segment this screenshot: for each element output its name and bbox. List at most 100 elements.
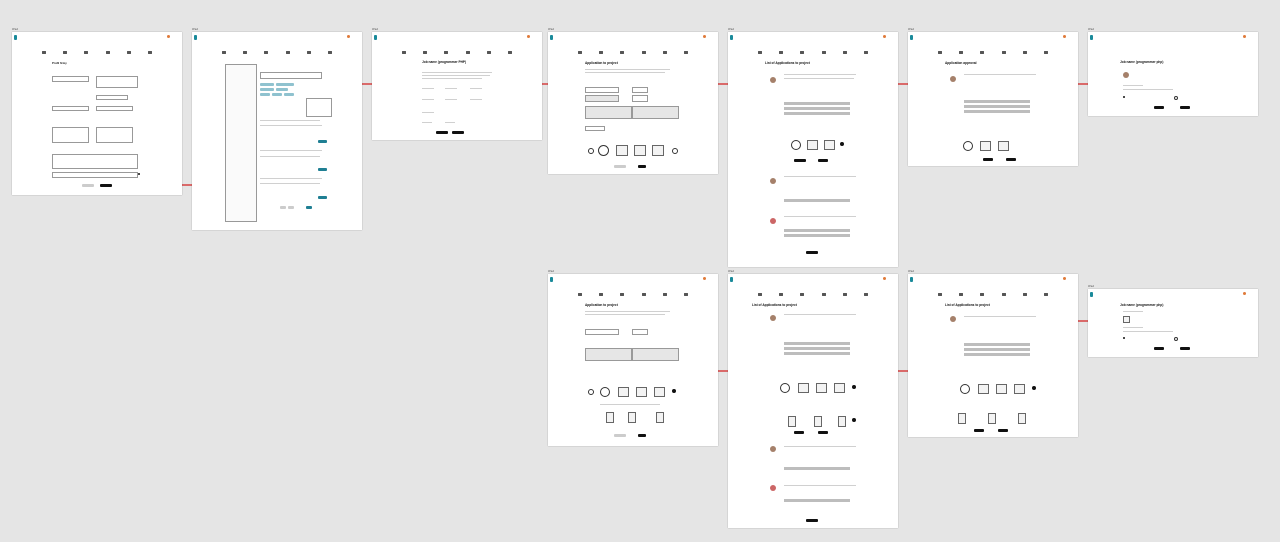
- user-avatar[interactable]: [1063, 277, 1066, 280]
- load-more-button[interactable]: [806, 519, 818, 522]
- nav-icon[interactable]: [980, 51, 985, 54]
- result-item[interactable]: [260, 183, 320, 184]
- slot-item[interactable]: [814, 416, 822, 427]
- slot-item[interactable]: [628, 412, 636, 423]
- nav-icon[interactable]: [42, 51, 46, 54]
- nav-icon[interactable]: [683, 51, 688, 54]
- text-field[interactable]: [632, 95, 648, 102]
- text-field[interactable]: [585, 329, 619, 335]
- carousel-next[interactable]: [672, 148, 678, 154]
- dropdown-list[interactable]: [306, 98, 332, 117]
- cancel-button[interactable]: [614, 434, 626, 437]
- tag-chip[interactable]: [260, 83, 274, 86]
- text-area[interactable]: [585, 348, 632, 361]
- reject-button[interactable]: [974, 429, 984, 432]
- save-button[interactable]: [100, 184, 112, 187]
- nav-icon[interactable]: [758, 293, 762, 296]
- cancel-button[interactable]: [82, 184, 94, 187]
- tag-chip[interactable]: [276, 88, 288, 91]
- media-item[interactable]: [963, 141, 973, 151]
- nav-icon[interactable]: [863, 51, 868, 54]
- media-item[interactable]: [998, 141, 1009, 151]
- tag-chip[interactable]: [260, 93, 270, 96]
- text-field[interactable]: [96, 106, 133, 111]
- text-field[interactable]: [52, 172, 138, 178]
- nav-icon[interactable]: [779, 293, 784, 296]
- submit-button[interactable]: [638, 165, 646, 168]
- tag-chip[interactable]: [276, 83, 294, 86]
- slot-item[interactable]: [606, 412, 614, 423]
- nav-icon[interactable]: [1001, 51, 1006, 54]
- apply-button[interactable]: [452, 131, 464, 134]
- media-item[interactable]: [834, 383, 845, 393]
- result-item[interactable]: [260, 156, 320, 157]
- text-field-filled[interactable]: [585, 95, 619, 102]
- reject-button[interactable]: [794, 159, 806, 162]
- media-item[interactable]: [807, 140, 818, 150]
- nav-icon[interactable]: [126, 51, 131, 54]
- media-item[interactable]: [1014, 384, 1025, 394]
- text-area[interactable]: [96, 76, 138, 88]
- slot-item[interactable]: [988, 413, 996, 424]
- nav-icon[interactable]: [620, 293, 625, 296]
- user-avatar[interactable]: [1243, 292, 1246, 295]
- slot-item[interactable]: [838, 416, 846, 427]
- result-item[interactable]: [260, 150, 322, 151]
- approve-button[interactable]: [818, 431, 828, 434]
- nav-icon[interactable]: [444, 51, 449, 54]
- pagination-active[interactable]: [306, 206, 312, 209]
- media-item[interactable]: [791, 140, 801, 150]
- media-item[interactable]: [996, 384, 1007, 394]
- radio-option[interactable]: [1174, 337, 1178, 341]
- carousel-prev[interactable]: [588, 389, 594, 395]
- slot-item[interactable]: [656, 412, 664, 423]
- user-avatar[interactable]: [1063, 35, 1066, 38]
- nav-icon[interactable]: [863, 293, 868, 296]
- text-field[interactable]: [585, 87, 619, 93]
- reject-button[interactable]: [983, 158, 993, 161]
- tag-chip[interactable]: [272, 93, 282, 96]
- nav-icon[interactable]: [578, 51, 582, 54]
- tag-chip[interactable]: [284, 93, 294, 96]
- nav-icon[interactable]: [1001, 293, 1006, 296]
- nav-icon[interactable]: [105, 51, 110, 54]
- nav-icon[interactable]: [1022, 293, 1027, 296]
- nav-icon[interactable]: [578, 293, 582, 296]
- nav-icon[interactable]: [63, 51, 68, 54]
- nav-icon[interactable]: [1043, 293, 1048, 296]
- user-avatar[interactable]: [347, 35, 350, 38]
- media-item[interactable]: [636, 387, 647, 397]
- confirm-button[interactable]: [1180, 106, 1190, 109]
- nav-icon[interactable]: [486, 51, 491, 54]
- radio-option[interactable]: [1123, 96, 1125, 98]
- nav-icon[interactable]: [683, 293, 688, 296]
- nav-icon[interactable]: [599, 51, 604, 54]
- carousel-next[interactable]: [840, 142, 844, 146]
- media-item[interactable]: [652, 145, 664, 156]
- text-field[interactable]: [632, 87, 648, 93]
- text-area[interactable]: [52, 154, 138, 169]
- media-item[interactable]: [816, 383, 827, 393]
- text-area[interactable]: [632, 106, 679, 119]
- result-item[interactable]: [260, 125, 322, 126]
- text-field[interactable]: [96, 127, 133, 143]
- back-button[interactable]: [1154, 347, 1164, 350]
- result-item[interactable]: [260, 120, 320, 121]
- nav-icon[interactable]: [959, 293, 964, 296]
- media-item[interactable]: [780, 383, 790, 393]
- carousel-next[interactable]: [672, 389, 676, 393]
- nav-icon[interactable]: [243, 51, 248, 54]
- submit-button[interactable]: [638, 434, 646, 437]
- radio-option[interactable]: [1174, 96, 1178, 100]
- text-field[interactable]: [632, 329, 648, 335]
- media-item[interactable]: [798, 383, 809, 393]
- radio-option[interactable]: [1123, 337, 1125, 339]
- cancel-button[interactable]: [614, 165, 626, 168]
- pagination[interactable]: [280, 206, 286, 209]
- user-avatar[interactable]: [167, 35, 170, 38]
- media-item[interactable]: [824, 140, 835, 150]
- media-item[interactable]: [978, 384, 989, 394]
- user-avatar[interactable]: [883, 35, 886, 38]
- text-field[interactable]: [52, 127, 89, 143]
- media-item[interactable]: [618, 387, 629, 397]
